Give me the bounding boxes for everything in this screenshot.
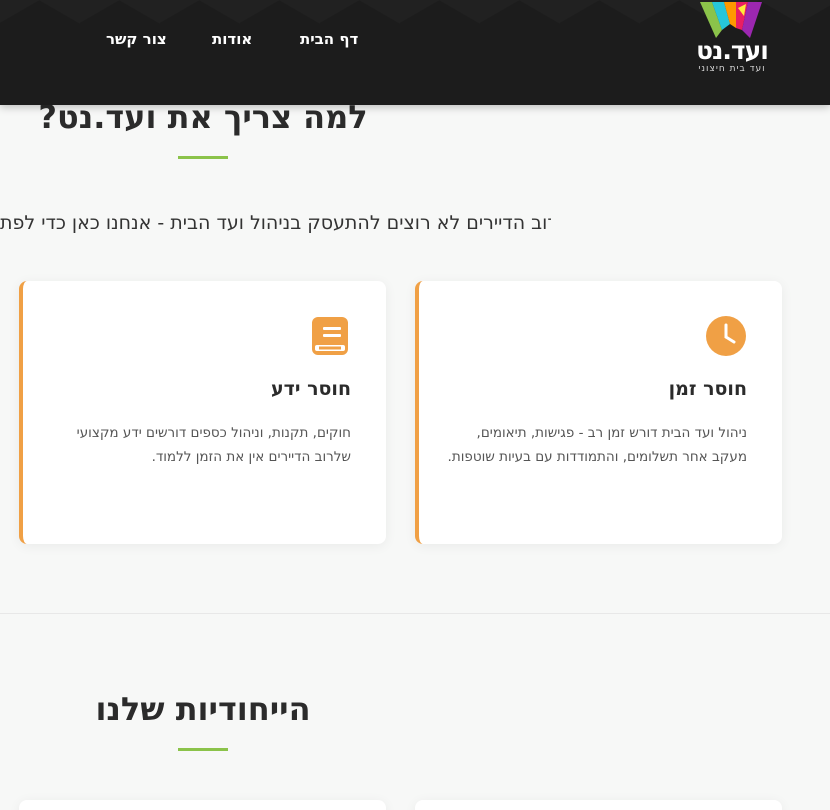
book-icon <box>309 315 351 357</box>
title-underline <box>178 156 228 159</box>
site-logo[interactable]: ועד.נט ועד בית חיצוני <box>696 0 769 80</box>
card-title: חוסר זמן <box>668 378 747 400</box>
why-intro-text: רוב הדיירים לא רוצים להתעסק בניהול ועד ה… <box>0 212 551 234</box>
logo-tagline: ועד בית חיצוני <box>698 64 766 74</box>
site-header: ועד.נט ועד בית חיצוני דף הבית אודות צור … <box>0 0 830 105</box>
feature-card <box>19 800 386 810</box>
nav-contact-link[interactable]: צור קשר <box>106 30 167 48</box>
title-underline <box>178 748 228 751</box>
logo-mark-icon <box>700 2 762 38</box>
card-title: חוסר ידע <box>271 378 351 400</box>
card-text: ניהול ועד הבית דורש זמן רב - פגישות, תיא… <box>447 425 747 465</box>
card-text: חוקים, תקנות, וניהול כספים דורשים ידע מק… <box>76 425 351 465</box>
card-lack-of-time: חוסר זמן ניהול ועד הבית דורש זמן רב - פג… <box>415 281 782 544</box>
nav-about-link[interactable]: אודות <box>212 30 252 48</box>
logo-text: ועד.נט <box>696 36 769 65</box>
clock-icon <box>705 315 747 357</box>
feature-card <box>415 800 782 810</box>
card-lack-of-knowledge: חוסר ידע חוקים, תקנות, וניהול כספים דורש… <box>19 281 386 544</box>
nav-home-link[interactable]: דף הבית <box>300 30 358 48</box>
features-section-title: הייחודיות שלנו <box>95 690 311 728</box>
section-divider <box>0 613 830 614</box>
